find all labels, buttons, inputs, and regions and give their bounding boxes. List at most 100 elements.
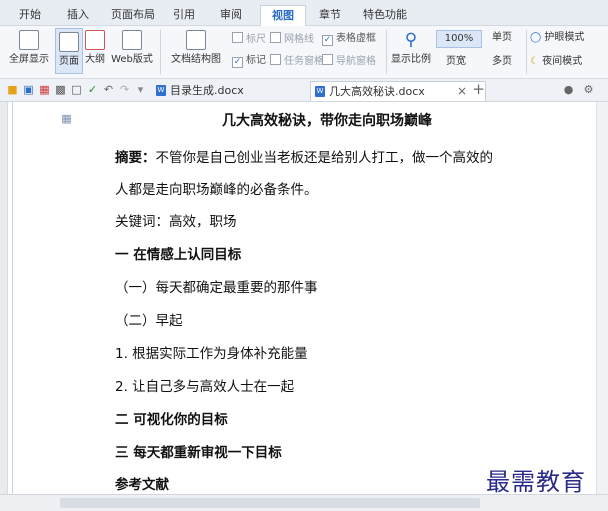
multi-page-label: 多页 [492, 56, 512, 67]
ruler-checkbox[interactable]: 标尺 [232, 32, 266, 46]
ribbon-divider [386, 30, 387, 74]
fullscreen-label: 全屏显示 [9, 54, 49, 65]
gridlines-label: 网格线 [284, 34, 314, 45]
ribbon-divider [526, 30, 527, 74]
check-icon: ✓ [322, 35, 333, 46]
nav-pane-label: 导航窗格 [336, 56, 376, 67]
single-page-label: 单页 [492, 32, 512, 43]
keywords: 关键词：高效，职场 [115, 214, 237, 230]
ruler-label: 标尺 [246, 34, 266, 45]
word-doc-icon: W [156, 85, 166, 96]
ribbon-divider [160, 30, 161, 74]
tab-special[interactable]: 特色功能 [358, 5, 412, 25]
document-title: 几大高效秘诀，带你走向职场巅峰 [222, 113, 432, 129]
outline-button[interactable]: 大纲 [84, 30, 106, 65]
quick-access-toolbar: ■ ▣ ▦ ▩ □ ✓ ↶ ↷ ▾ W 目录生成.docx W 几大高效秘诀.d… [0, 79, 608, 102]
fullscreen-icon [19, 30, 39, 50]
eye-mode-label: 护眼模式 [544, 32, 585, 43]
doc-structure-button[interactable]: 文档结构图 [166, 30, 226, 65]
preview-icon[interactable]: □ [70, 83, 83, 96]
heading-2: 二 可视化你的目标 [115, 412, 228, 428]
list-item-1: 1. 根据实际工作为身体补充能量 [115, 346, 308, 362]
table-gridlines-checkbox[interactable]: ✓ 表格虚框 [322, 32, 376, 46]
print-icon[interactable]: ▩ [54, 83, 67, 96]
page-view-icon [59, 32, 79, 52]
shield-icon: ◯ [530, 32, 542, 43]
tab-start[interactable]: 开始 [14, 5, 46, 25]
web-view-button[interactable]: Web版式 [110, 30, 154, 65]
doc-structure-icon [186, 30, 206, 50]
pdf-icon[interactable]: ▦ [38, 83, 51, 96]
marks-label: 标记 [246, 55, 266, 66]
abstract-text-1: 不管你是自己创业当老板还是给别人打工，做一个高效的 [155, 150, 494, 166]
tab-doc-toc-label: 目录生成.docx [170, 84, 244, 97]
magnifier-icon: ⚲ [404, 30, 418, 50]
app-window: 开始 插入 页面布局 引用 审阅 视图 章节 特色功能 全屏显示 页面 大纲 W… [0, 0, 608, 511]
redo-icon[interactable]: ↷ [118, 83, 131, 96]
zoom-button[interactable]: ⚲ 显示比例 [390, 30, 432, 65]
marks-checkbox[interactable]: ✓ 标记 [232, 54, 266, 68]
gridlines-checkbox[interactable]: 网格线 [270, 32, 314, 46]
night-mode-label: 夜间模式 [542, 56, 583, 67]
zoom-100-button[interactable]: 100% [436, 30, 482, 48]
web-view-label: Web版式 [111, 54, 153, 65]
spellcheck-icon[interactable]: ✓ [86, 83, 99, 96]
heading-1-1: （一）每天都确定最重要的那件事 [115, 280, 318, 296]
tab-review[interactable]: 审阅 [215, 5, 247, 25]
close-icon[interactable]: × [457, 82, 467, 101]
nav-pane-checkbox[interactable]: 导航窗格 [322, 54, 376, 68]
heading-1-2: （二）早起 [115, 313, 183, 329]
abstract-line-2: 人都是走向职场巅峰的必备条件。 [115, 182, 318, 198]
document-canvas[interactable]: ▦ 几大高效秘诀，带你走向职场巅峰 摘要：不管你是自己创业当老板还是给别人打工，… [0, 102, 608, 494]
scrollbar-thumb[interactable] [60, 498, 480, 508]
table-gridlines-label: 表格虚框 [336, 33, 376, 44]
references-heading: 参考文献 [115, 477, 169, 493]
zoom-value: 100% [444, 33, 474, 44]
page-width-button[interactable]: 页宽 [436, 54, 476, 70]
list-item-2: 2. 让自己多与高效人士在一起 [115, 379, 295, 395]
check-icon: ✓ [232, 57, 243, 68]
vertical-scrollbar[interactable] [596, 102, 608, 494]
tab-references[interactable]: 引用 [168, 5, 200, 25]
night-mode-button[interactable]: ☾ 夜间模式 [530, 54, 592, 70]
open-folder-icon[interactable]: ■ [6, 83, 19, 96]
tab-insert[interactable]: 插入 [62, 5, 94, 25]
page-view-label: 页面 [59, 56, 79, 67]
task-pane-label: 任务窗格 [284, 56, 324, 67]
web-view-icon [122, 30, 142, 50]
outline-label: 大纲 [85, 54, 105, 65]
save-icon[interactable]: ▣ [22, 83, 35, 96]
tab-view[interactable]: 视图 [260, 5, 306, 26]
view-ribbon: 全屏显示 页面 大纲 Web版式 文档结构图 标尺 网格线 ✓ 表格虚框 ✓ 标记 … [0, 26, 608, 79]
tab-doc-toc[interactable]: W 目录生成.docx [152, 81, 320, 100]
heading-1: 一 在情感上认同目标 [115, 247, 242, 263]
doc-structure-label: 文档结构图 [171, 54, 221, 65]
task-pane-checkbox[interactable]: 任务窗格 [270, 54, 324, 68]
word-doc-icon: W [315, 86, 325, 97]
left-margin-bar [0, 102, 8, 494]
outline-icon [85, 30, 105, 50]
tab-doc-efficiency-label: 几大高效秘诀.docx [329, 85, 425, 98]
page-width-label: 页宽 [446, 56, 466, 67]
chevron-down-icon[interactable]: ▾ [134, 83, 147, 96]
eye-mode-button[interactable]: ◯ 护眼模式 [530, 30, 592, 46]
heading-3: 三 每天都重新审视一下目标 [115, 445, 282, 461]
abstract-label: 摘要： [115, 150, 156, 166]
ribbon-tab-strip: 开始 插入 页面布局 引用 审阅 视图 章节 特色功能 [0, 0, 608, 26]
tab-chapter[interactable]: 章节 [314, 5, 346, 25]
tab-page-layout[interactable]: 页面布局 [108, 5, 158, 25]
settings-icon[interactable]: ⚙ [582, 83, 595, 96]
page-view-button[interactable]: 页面 [55, 28, 83, 74]
abstract-line-1: 摘要：不管你是自己创业当老板还是给别人打工，做一个高效的 [115, 146, 493, 166]
watermark-logo: 最需教育 [486, 468, 586, 496]
tab-doc-efficiency[interactable]: W 几大高效秘诀.docx × [310, 81, 486, 101]
fullscreen-button[interactable]: 全屏显示 [6, 30, 52, 65]
single-page-button[interactable]: 单页 [484, 30, 520, 46]
multi-page-button[interactable]: 多页 [484, 54, 520, 70]
page-left-edge [12, 102, 13, 494]
account-icon[interactable]: ● [562, 83, 575, 96]
moon-icon: ☾ [530, 56, 539, 67]
undo-icon[interactable]: ↶ [102, 83, 115, 96]
paragraph-handle-icon[interactable]: ▦ [60, 112, 73, 125]
new-tab-icon[interactable]: + [472, 82, 485, 97]
